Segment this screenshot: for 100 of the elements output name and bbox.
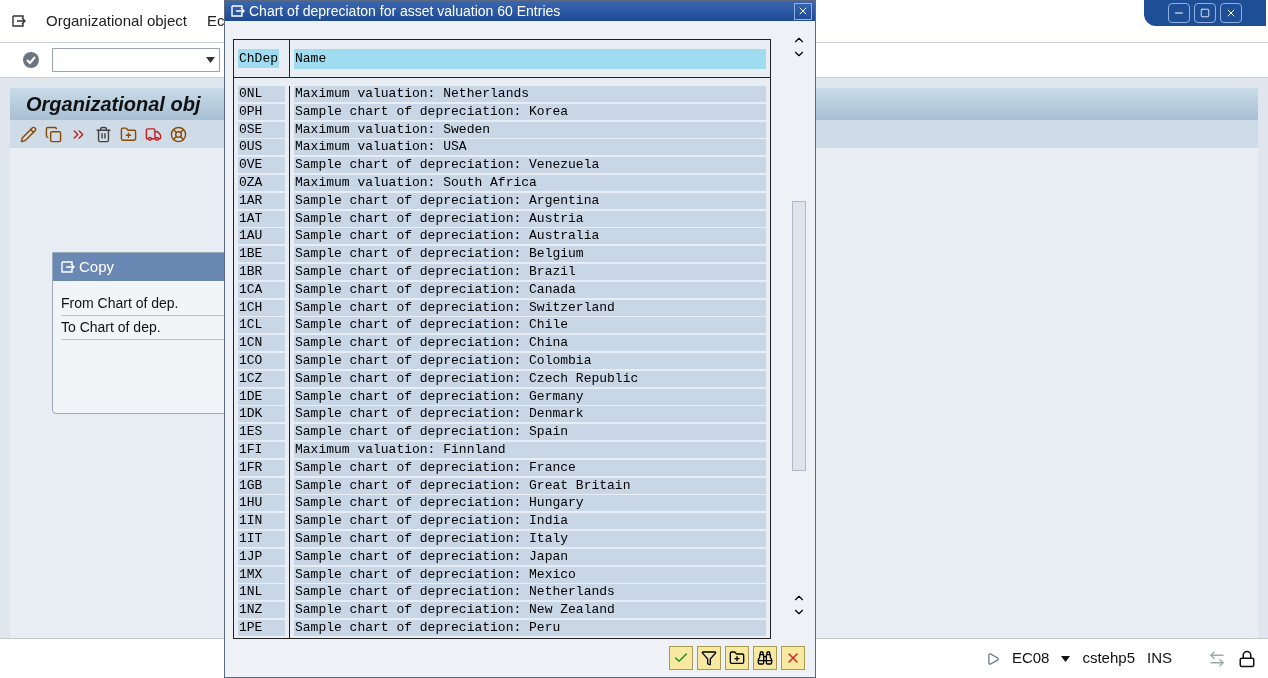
menu-item[interactable]: Organizational object [46, 9, 187, 33]
dialog-title: Chart of depreciaton for asset valuation 60 Entries [249, 1, 562, 21]
close-button[interactable] [794, 2, 812, 20]
table-cell[interactable]: Maximum valuation: South Africa [294, 175, 766, 191]
play-icon[interactable] [985, 651, 1000, 666]
table-cell[interactable]: 0PH [238, 103, 285, 120]
table-cell[interactable]: Sample chart of depreciation: Austria [294, 210, 766, 227]
table-cell[interactable]: Sample chart of depreciation: China [294, 335, 766, 352]
table-cell[interactable]: Sample chart of depreciation: Argentina [294, 192, 766, 209]
table-cell[interactable]: Sample chart of depreciation: New Zealand [294, 602, 766, 619]
filter-button[interactable] [697, 646, 721, 670]
copy-icon[interactable] [45, 125, 62, 143]
input-mode: INS [1147, 648, 1172, 669]
table-cell[interactable]: Maximum valuation: Sweden [294, 121, 766, 138]
table-cell[interactable]: 1CH [238, 299, 285, 316]
table-cell[interactable]: 1BE [238, 246, 285, 263]
truck-icon[interactable] [145, 125, 162, 143]
table-cell[interactable]: Sample chart of depreciation: Czech Republic [294, 370, 766, 387]
table-cell[interactable]: 1NZ [238, 602, 285, 619]
table-cell[interactable]: Sample chart of depreciation: Japan [294, 548, 766, 565]
table-cell[interactable]: Sample chart of depreciation: Canada [294, 281, 766, 298]
table-cell[interactable]: Sample chart of depreciation: Belgium [294, 246, 766, 263]
menu-item[interactable]: Ec [206, 9, 225, 33]
table-cell[interactable]: 1FI [238, 441, 285, 458]
table-cell[interactable]: Sample chart of depreciation: Mexico [294, 566, 766, 583]
table-cell[interactable]: 1BR [238, 263, 285, 280]
table-cell[interactable]: Sample chart of depreciation: Venezuela [294, 157, 766, 174]
table-cell[interactable]: 0SE [238, 121, 285, 138]
table-cell[interactable]: Sample chart of depreciation: Chile [294, 317, 766, 334]
table-cell[interactable]: 1PE [238, 619, 285, 636]
table-cell[interactable]: Maximum valuation: Finnland [294, 441, 766, 458]
table-cell[interactable]: Maximum valuation: Netherlands [294, 86, 766, 102]
panel-title: Copy [79, 256, 115, 277]
close-icon [1225, 7, 1237, 19]
table-cell[interactable]: 1CO [238, 352, 285, 369]
minimize-button[interactable] [1168, 3, 1190, 23]
table-cell[interactable]: Sample chart of depreciation: Korea [294, 103, 766, 120]
table-cell[interactable]: 1AU [238, 228, 285, 245]
table-cell[interactable]: 0ZA [238, 175, 285, 191]
command-field[interactable] [52, 48, 220, 72]
dropdown-icon[interactable] [206, 57, 215, 63]
page-title: Organizational obj [26, 92, 201, 117]
trash-icon[interactable] [95, 125, 112, 143]
table-cell[interactable]: 0NL [238, 86, 285, 102]
table-cell[interactable]: Sample chart of depreciation: France [294, 459, 766, 476]
table-cell[interactable]: Sample chart of depreciation: Colombia [294, 352, 766, 369]
table-cell[interactable]: 1CZ [238, 370, 285, 387]
table-cell[interactable]: 1IN [238, 513, 285, 530]
dialog-icon [231, 5, 245, 17]
table-cell[interactable]: Sample chart of depreciation: Australia [294, 228, 766, 245]
table-cell[interactable]: 1CL [238, 317, 285, 334]
pencil-icon[interactable] [20, 125, 37, 143]
table-cell[interactable]: 1AR [238, 192, 285, 209]
table-cell[interactable]: 1JP [238, 548, 285, 565]
table-cell[interactable]: 0VE [238, 157, 285, 174]
find-button[interactable] [753, 646, 777, 670]
dialog-icon [61, 261, 75, 273]
binoculars-icon [757, 650, 773, 666]
table-cell[interactable]: Sample chart of depreciation: Denmark [294, 406, 766, 423]
close-icon [797, 5, 809, 17]
close-button[interactable] [1220, 3, 1242, 23]
restore-button[interactable] [1194, 3, 1216, 23]
scrollbar-thumb[interactable] [792, 201, 806, 471]
table-cell[interactable]: 1DE [238, 388, 285, 405]
table-cell[interactable]: Sample chart of depreciation: Italy [294, 530, 766, 547]
table-cell[interactable]: Sample chart of depreciation: Germany [294, 388, 766, 405]
cancel-button[interactable] [781, 646, 805, 670]
table-cell[interactable]: 1CN [238, 335, 285, 352]
dropdown-icon[interactable] [1061, 655, 1071, 662]
table-cell[interactable]: Sample chart of depreciation: Brazil [294, 263, 766, 280]
table-cell[interactable]: Sample chart of depreciation: Hungary [294, 495, 766, 512]
table-cell[interactable]: Sample chart of depreciation: Netherlands [294, 584, 766, 601]
table-cell[interactable]: 1AT [238, 210, 285, 227]
column-header[interactable]: ChDep [238, 48, 279, 69]
table-cell[interactable]: Maximum valuation: USA [294, 139, 766, 156]
system-name: EC08 [1011, 648, 1050, 669]
table-cell[interactable]: 1MX [238, 566, 285, 583]
table-cell[interactable]: Sample chart of depreciation: Switzerland [294, 299, 766, 316]
table-cell[interactable]: Sample chart of depreciation: India [294, 513, 766, 530]
check-icon[interactable] [22, 51, 40, 69]
table-cell[interactable]: 1ES [238, 424, 285, 441]
table-cell[interactable]: 1NL [238, 584, 285, 601]
field-label: To Chart of dep. [61, 318, 161, 337]
table-cell[interactable]: Sample chart of depreciation: Peru [294, 619, 766, 636]
table-cell[interactable]: 0US [238, 139, 285, 156]
table-cell[interactable]: 1HU [238, 495, 285, 512]
column-header[interactable]: Name [294, 48, 766, 69]
table-cell[interactable]: Sample chart of depreciation: Great Britain [294, 477, 766, 494]
new-entry-button[interactable] [725, 646, 749, 670]
lock-icon[interactable] [1238, 649, 1256, 668]
table-cell[interactable]: 1CA [238, 281, 285, 298]
table-cell[interactable]: 1DK [238, 406, 285, 423]
field-label: From Chart of dep. [61, 294, 179, 313]
folder-icon [729, 650, 745, 666]
lifebuoy-icon[interactable] [170, 125, 187, 143]
table-cell[interactable]: 1GB [238, 477, 285, 494]
table-cell[interactable]: 1IT [238, 530, 285, 547]
server-name: cstehp5 [1082, 648, 1135, 669]
table-cell[interactable]: Sample chart of depreciation: Spain [294, 424, 766, 441]
table-cell[interactable]: 1FR [238, 459, 285, 476]
